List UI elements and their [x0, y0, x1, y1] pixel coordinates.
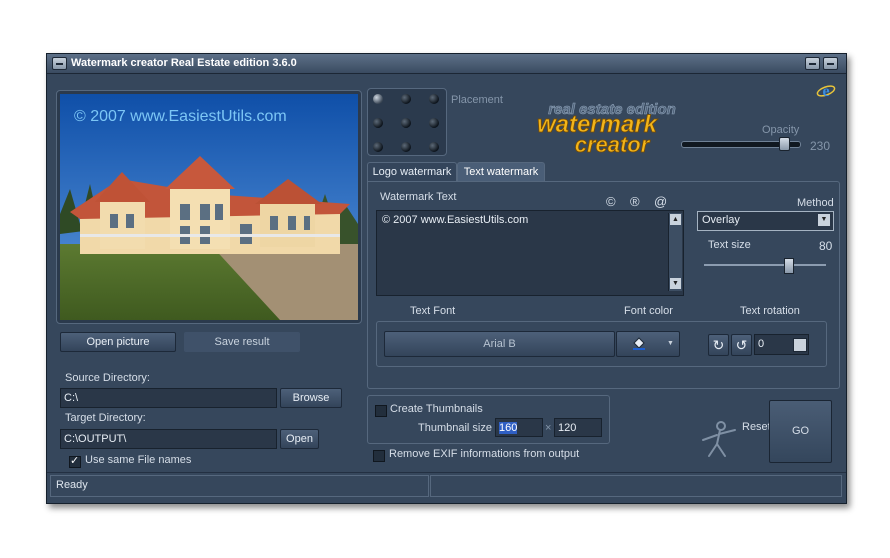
use-same-filenames-checkbox[interactable] — [69, 454, 81, 468]
placement-bottom-left[interactable] — [373, 142, 383, 152]
font-select-button[interactable]: Arial B — [384, 331, 615, 357]
placement-label: Placement — [451, 94, 503, 106]
text-size-value: 80 — [819, 239, 833, 253]
target-directory-label: Target Directory: — [65, 412, 146, 424]
thumbnail-size-label: Thumbnail size — [418, 422, 492, 434]
rotation-spinner[interactable] — [793, 338, 807, 352]
thumbnails-group: Create Thumbnails Thumbnail size 160 × 1… — [367, 395, 610, 444]
method-label: Method — [797, 197, 834, 209]
placement-grid — [367, 88, 447, 156]
rotate-left-button[interactable]: ↻ — [708, 334, 729, 356]
opacity-slider-thumb[interactable] — [779, 137, 790, 151]
font-color-button[interactable]: ▼ — [616, 331, 680, 357]
preview-watermark-text: © 2007 www.EasiestUtils.com — [74, 108, 287, 125]
status-divider — [47, 472, 846, 473]
opacity-label: Opacity — [762, 124, 800, 136]
create-thumbnails-checkbox[interactable] — [375, 405, 387, 417]
placement-center[interactable] — [401, 118, 411, 128]
svg-text:creator: creator — [575, 132, 651, 157]
tab-text-watermark[interactable]: Text watermark — [457, 162, 545, 181]
placement-middle-left[interactable] — [373, 118, 383, 128]
thumbnail-height-input[interactable]: 120 — [554, 418, 602, 437]
source-directory-label: Source Directory: — [65, 372, 150, 384]
method-select-value: Overlay — [702, 214, 740, 226]
status-bar-right — [430, 475, 842, 497]
source-directory-input[interactable]: C:\ — [60, 388, 277, 408]
placement-bottom-right[interactable] — [429, 142, 439, 152]
rotate-cw-icon: ↺ — [735, 337, 748, 353]
browse-button[interactable]: Browse — [280, 388, 342, 408]
opacity-value: 230 — [810, 139, 831, 153]
paint-bucket-icon — [632, 336, 646, 350]
minimize-button[interactable] — [805, 57, 820, 70]
chevron-down-icon: ▼ — [667, 340, 674, 347]
open-picture-button[interactable]: Open picture — [60, 332, 176, 352]
text-font-label: Text Font — [410, 305, 456, 317]
close-button[interactable] — [823, 57, 838, 70]
svg-text:e: e — [822, 83, 829, 100]
text-size-slider[interactable] — [704, 258, 828, 274]
rotation-input[interactable]: 0 — [754, 334, 809, 355]
placement-middle-right[interactable] — [429, 118, 439, 128]
watermark-text-area[interactable]: © 2007 www.EasiestUtils.com ▲ ▼ — [376, 210, 684, 296]
at-symbol-button[interactable]: @ — [654, 194, 667, 209]
opacity-slider[interactable] — [681, 136, 801, 152]
rotation-value: 0 — [758, 338, 765, 350]
save-result-button[interactable]: Save result — [184, 332, 300, 352]
remove-exif-checkbox[interactable] — [373, 450, 385, 462]
use-same-filenames-label: Use same File names — [85, 454, 192, 466]
ie-icon[interactable]: e — [816, 81, 836, 101]
title-bar: Watermark creator Real Estate edition 3.… — [47, 54, 846, 74]
watermark-text-value: © 2007 www.EasiestUtils.com — [382, 214, 529, 226]
open-button[interactable]: Open — [280, 429, 319, 449]
create-thumbnails-label: Create Thumbnails — [390, 403, 483, 415]
remove-exif-label: Remove EXIF informations from output — [389, 448, 580, 460]
preview-image: © 2007 www.EasiestUtils.com — [60, 94, 358, 320]
tab-logo-watermark[interactable]: Logo watermark — [367, 162, 457, 181]
placement-top-center[interactable] — [401, 94, 411, 104]
system-menu-icon[interactable] — [52, 57, 67, 70]
chevron-down-icon[interactable]: ▼ — [818, 214, 830, 226]
scroll-down-arrow-icon[interactable]: ▼ — [670, 278, 681, 289]
watermark-text-label: Watermark Text — [380, 191, 457, 203]
status-bar-left: Ready — [50, 475, 429, 497]
copyright-symbol-button[interactable]: © — [606, 194, 616, 209]
window-title: Watermark creator Real Estate edition 3.… — [71, 57, 297, 69]
thumbnail-width-value: 160 — [499, 422, 518, 434]
text-watermark-panel: Watermark Text © ® @ © 2007 www.EasiestU… — [367, 181, 840, 433]
scroll-up-arrow-icon[interactable]: ▲ — [670, 214, 681, 225]
placement-top-right[interactable] — [429, 94, 439, 104]
registered-symbol-button[interactable]: ® — [630, 194, 640, 209]
preview-frame: © 2007 www.EasiestUtils.com — [56, 90, 362, 324]
thumbnail-width-input[interactable]: 160 — [495, 418, 543, 437]
watermark-text-scrollbar[interactable]: ▲ ▼ — [668, 213, 682, 291]
rotate-right-button[interactable]: ↺ — [731, 334, 752, 356]
method-select[interactable]: Overlay ▼ — [697, 211, 834, 231]
placement-top-left[interactable] — [373, 94, 383, 104]
placement-bottom-center[interactable] — [401, 142, 411, 152]
font-color-label: Font color — [624, 305, 673, 317]
text-rotation-label: Text rotation — [740, 305, 800, 317]
target-directory-input[interactable]: C:\OUTPUT\ — [60, 429, 277, 449]
main-window: Watermark creator Real Estate edition 3.… — [46, 53, 847, 504]
text-size-label: Text size — [708, 239, 751, 251]
thumbnail-size-separator: × — [545, 422, 552, 434]
text-size-slider-thumb[interactable] — [784, 258, 794, 274]
go-button[interactable]: GO — [769, 400, 832, 463]
rotate-ccw-icon: ↻ — [712, 337, 725, 353]
status-text: Ready — [56, 479, 88, 491]
mascot-figure-icon — [693, 420, 743, 460]
